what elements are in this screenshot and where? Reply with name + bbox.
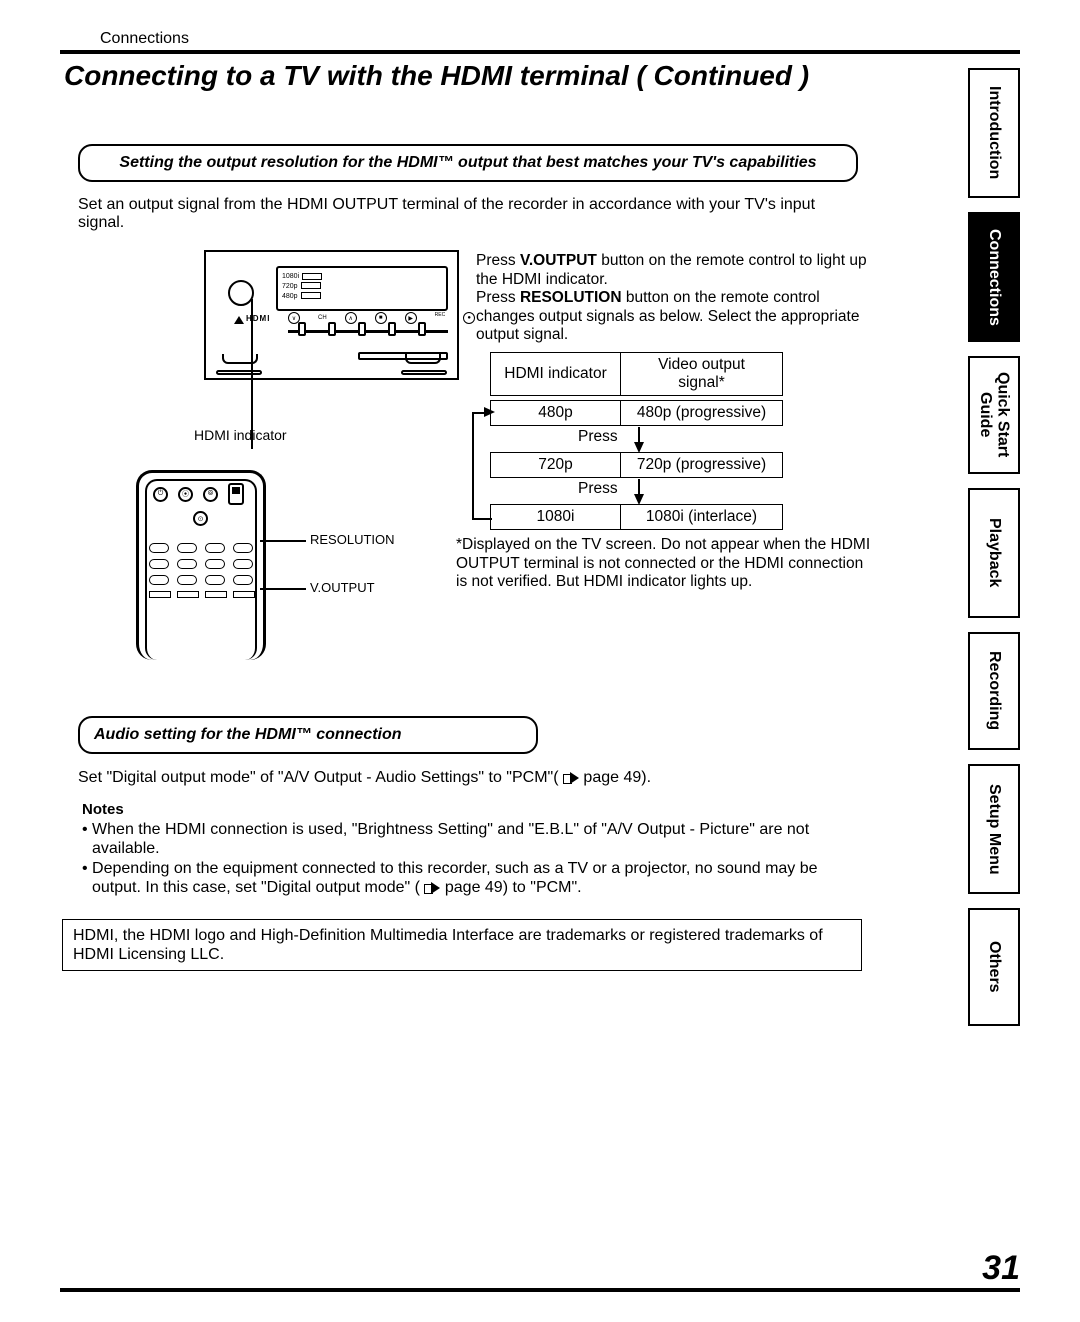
press-label-2: Press — [578, 480, 618, 498]
table-footnote: *Displayed on the TV screen. Do not appe… — [456, 536, 876, 592]
tab-others: Others — [968, 908, 1020, 1026]
stop-icon: ■ — [375, 312, 387, 324]
notes-heading: Notes — [82, 801, 860, 818]
tab-playback: Playback — [968, 488, 1020, 618]
signal-row-480p: 480p480p (progressive) — [490, 400, 783, 426]
note-item: Depending on the equipment connected to … — [82, 859, 862, 897]
remote-btn-3: ⦾ — [203, 487, 218, 502]
section-heading-audio: Audio setting for the HDMI™ connection — [78, 716, 538, 754]
arrow-down-icon — [634, 442, 644, 453]
page-title: Connecting to a TV with the HDMI termina… — [60, 60, 1020, 100]
header-rule — [60, 50, 1020, 54]
remote-btn-1: ⏻ — [153, 487, 168, 502]
signal-row-1080i: 1080i1080i (interlace) — [490, 504, 783, 530]
note-item: When the HDMI connection is used, "Brigh… — [82, 820, 862, 858]
tab-connections: Connections — [968, 212, 1020, 342]
label-voutput-btn: V.OUTPUT — [310, 580, 375, 595]
header-section-label: Connections — [60, 30, 1020, 50]
section-heading-resolution: Setting the output resolution for the HD… — [78, 144, 858, 182]
remote-switch — [228, 483, 244, 505]
page-ref-arrow-icon — [424, 882, 440, 894]
device-display: 1080i 720p 480p — [276, 266, 448, 311]
tab-introduction: Introduction — [968, 68, 1020, 198]
tab-setup-menu: Setup Menu — [968, 764, 1020, 894]
trademark-notice: HDMI, the HDMI logo and High-Definition … — [62, 919, 862, 971]
play-icon: ▶ — [405, 312, 417, 324]
ch-up-icon: ∧ — [345, 312, 357, 324]
section-intro: Set an output signal from the HDMI OUTPU… — [60, 196, 860, 232]
up-triangle-icon — [234, 316, 244, 324]
remote-control: ⏻ ⦿ ⦾ ⊙ — [136, 470, 266, 660]
arrow-right-icon — [484, 407, 495, 417]
instruction-text: Press V.OUTPUT button on the remote cont… — [476, 252, 876, 345]
press-label-1: Press — [578, 428, 618, 446]
arrow-down-icon — [634, 494, 644, 505]
audio-setting-text: Set "Digital output mode" of "A/V Output… — [78, 768, 858, 787]
hdmi-panel-label: HDMI — [246, 314, 270, 323]
side-tabs: Introduction Connections Quick Start Gui… — [968, 68, 1020, 1040]
notes-list: When the HDMI connection is used, "Brigh… — [82, 820, 862, 897]
signal-row-720p: 720p720p (progressive) — [490, 452, 783, 478]
diagram-area: 1080i 720p 480p HDMI ∨ CH ∧ ■ ▶ REC ● — [78, 250, 878, 680]
page-ref-arrow-icon — [563, 772, 579, 784]
footer-rule — [60, 1288, 1020, 1292]
page-number: 31 — [982, 1249, 1020, 1288]
tab-quick-start-guide: Quick Start Guide — [968, 356, 1020, 474]
remote-btn-center: ⊙ — [193, 511, 208, 526]
rec-icon: ● — [463, 312, 475, 324]
remote-btn-2: ⦿ — [178, 487, 193, 502]
label-hdmi-indicator: HDMI indicator — [194, 427, 287, 443]
device-front-panel: 1080i 720p 480p HDMI ∨ CH ∧ ■ ▶ REC ● — [204, 250, 459, 380]
label-resolution-btn: RESOLUTION — [310, 532, 395, 547]
tab-recording: Recording — [968, 632, 1020, 750]
signal-table-header: HDMI indicatorVideo output signal* — [490, 352, 783, 396]
